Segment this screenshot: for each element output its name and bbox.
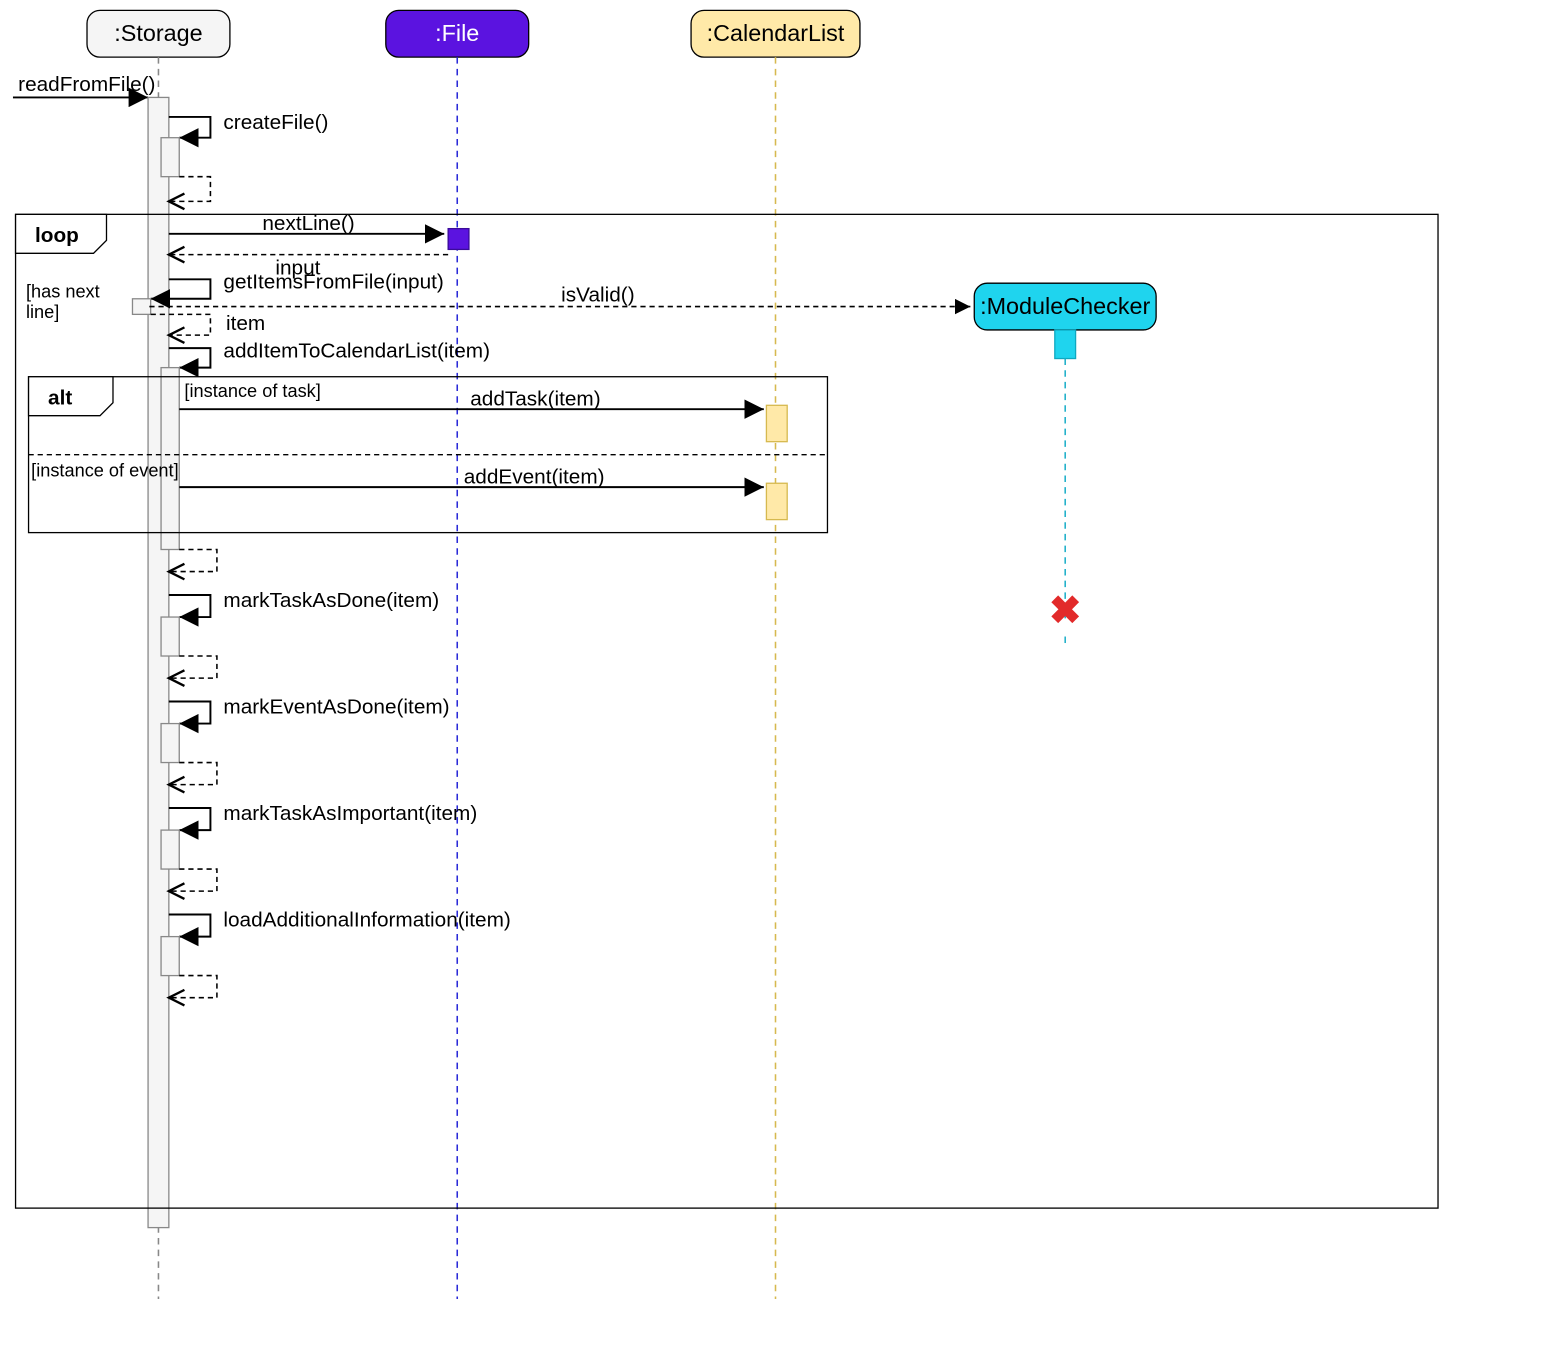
msg-getItems-label: getItemsFromFile(input) xyxy=(223,271,443,294)
return-item-label: item xyxy=(226,312,265,335)
return-loadAdditionalInfo xyxy=(169,976,217,998)
msg-readFromFile-label: readFromFile() xyxy=(18,73,155,96)
activation-createFile xyxy=(161,138,179,177)
activation-modulechecker xyxy=(1055,330,1076,359)
participant-modulechecker-label: :ModuleChecker xyxy=(980,293,1150,319)
msg-createFile-arrow xyxy=(169,117,211,138)
msg-markEventAsDone-label: markEventAsDone(item) xyxy=(223,695,449,718)
msg-nextLine-label: nextLine() xyxy=(262,212,354,235)
participant-calendarlist-label: :CalendarList xyxy=(707,20,845,46)
activation-getItems xyxy=(132,299,150,315)
participant-storage-label: :Storage xyxy=(114,20,202,46)
activation-file-nextLine xyxy=(448,229,469,250)
activation-addTask xyxy=(766,405,787,441)
return-markTaskAsDone xyxy=(169,656,217,678)
return-addItemToCL xyxy=(169,549,217,571)
msg-markTaskAsImportant-arrow xyxy=(169,808,211,830)
msg-addEvent-label: addEvent(item) xyxy=(464,466,605,489)
msg-createFile-label: createFile() xyxy=(223,111,328,134)
msg-markTaskAsDone-label: markTaskAsDone(item) xyxy=(223,589,439,612)
fragment-alt-guard1: [instance of task] xyxy=(184,381,320,401)
fragment-loop-label: loop xyxy=(35,224,79,247)
msg-markTaskAsDone-arrow xyxy=(169,595,211,617)
fragment-alt-guard2: [instance of event] xyxy=(31,460,179,480)
fragment-loop-guard: [has next line] xyxy=(26,281,105,322)
activation-storage-main xyxy=(148,97,169,1227)
activation-addItemToCL xyxy=(161,368,179,550)
msg-addItemToCL-label: addItemToCalendarList(item) xyxy=(223,340,490,363)
msg-loadAdditionalInfo-arrow xyxy=(169,915,211,937)
sequence-diagram: :Storage :File :CalendarList readFromFil… xyxy=(0,0,1564,1364)
msg-markTaskAsImportant-label: markTaskAsImportant(item) xyxy=(223,802,477,825)
participant-file-label: :File xyxy=(435,20,479,46)
msg-isValid-label: isValid() xyxy=(561,284,634,307)
activation-markTaskAsDone xyxy=(161,617,179,656)
activation-loadAdditionalInfo xyxy=(161,937,179,976)
activation-markTaskAsImportant xyxy=(161,830,179,869)
return-markEventAsDone xyxy=(169,763,217,785)
return-createFile xyxy=(169,177,211,202)
fragment-alt-label: alt xyxy=(48,386,72,409)
activation-addEvent xyxy=(766,483,787,519)
msg-addItemToCL-arrow xyxy=(169,348,211,367)
msg-loadAdditionalInfo-label: loadAdditionalInformation(item) xyxy=(223,909,510,932)
destruction-modulechecker: ✖ xyxy=(1049,590,1082,633)
activation-markEventAsDone xyxy=(161,724,179,763)
return-markTaskAsImportant xyxy=(169,869,217,891)
msg-addTask-label: addTask(item) xyxy=(470,388,600,411)
msg-markEventAsDone-arrow xyxy=(169,701,211,723)
